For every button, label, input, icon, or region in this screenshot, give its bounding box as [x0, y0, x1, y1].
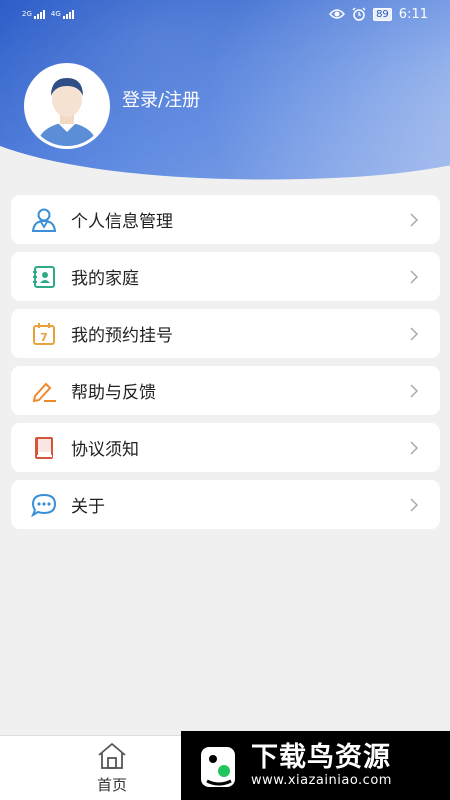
signal-indicator-1: 2G	[22, 9, 45, 19]
pencil-icon	[32, 382, 56, 402]
chevron-right-icon	[410, 440, 419, 455]
menu-item-label: 我的家庭	[71, 269, 139, 289]
menu-item-label: 帮助与反馈	[71, 383, 156, 403]
avatar[interactable]	[24, 63, 110, 149]
bird-logo-icon	[201, 746, 235, 787]
menu-item-appointments[interactable]: 7 我的预约挂号	[11, 309, 440, 358]
menu-list: 个人信息管理 我的家庭 7 我的预约挂号 帮助与反馈 协议须知 关于	[11, 195, 440, 537]
watermark-title: 下载鸟资源	[251, 742, 391, 773]
menu-item-my-family[interactable]: 我的家庭	[11, 252, 440, 301]
tab-home-label: 首页	[96, 776, 127, 794]
watermark-url: www.xiazainiao.com	[251, 773, 392, 788]
menu-item-agreement[interactable]: 协议须知	[11, 423, 440, 472]
menu-item-label: 我的预约挂号	[71, 326, 173, 346]
menu-item-label: 关于	[71, 497, 105, 517]
person-icon	[31, 208, 57, 232]
status-bar: 2G 4G 89 6:11	[0, 0, 450, 28]
status-time: 6:11	[398, 6, 428, 22]
chevron-right-icon	[410, 383, 419, 398]
alarm-icon	[352, 7, 366, 21]
menu-item-label: 个人信息管理	[71, 212, 173, 232]
menu-item-label: 协议须知	[71, 440, 139, 460]
svg-text:7: 7	[40, 331, 48, 344]
calendar-icon: 7	[33, 322, 55, 345]
book-icon	[35, 436, 53, 459]
default-user-icon	[27, 66, 107, 146]
menu-item-personal-info[interactable]: 个人信息管理	[11, 195, 440, 244]
battery-indicator: 89	[373, 7, 392, 21]
chevron-right-icon	[410, 497, 419, 512]
chat-icon	[31, 493, 57, 517]
watermark-overlay: 下载鸟资源 www.xiazainiao.com	[181, 731, 450, 800]
menu-item-about[interactable]: 关于	[11, 480, 440, 529]
home-icon	[98, 742, 126, 769]
tab-home[interactable]: 首页	[70, 736, 154, 800]
family-card-icon	[33, 265, 55, 288]
eye-icon	[329, 9, 346, 19]
menu-item-help-feedback[interactable]: 帮助与反馈	[11, 366, 440, 415]
login-register-link[interactable]: 登录/注册	[122, 86, 200, 112]
signal-indicator-2: 4G	[51, 9, 74, 19]
chevron-right-icon	[410, 326, 419, 341]
chevron-right-icon	[410, 269, 419, 284]
chevron-right-icon	[410, 212, 419, 227]
